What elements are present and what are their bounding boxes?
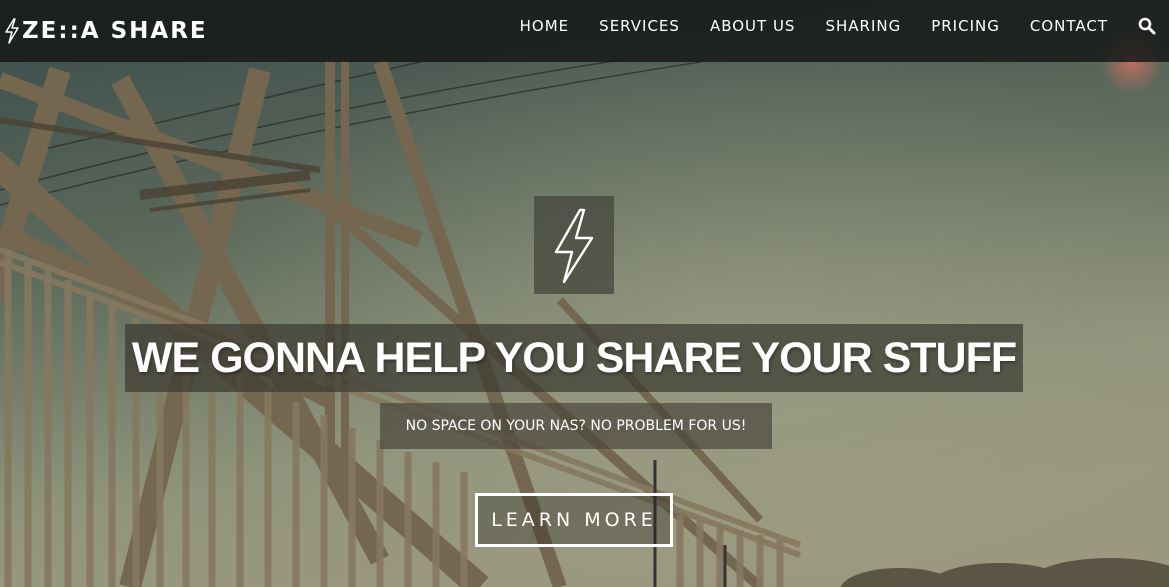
- hero-title: WE GONNA HELP YOU SHARE YOUR STUFF: [125, 324, 1023, 392]
- search-icon[interactable]: [1138, 17, 1156, 35]
- nav-pricing[interactable]: PRICING: [931, 17, 1000, 35]
- nav-contact[interactable]: CONTACT: [1030, 17, 1108, 35]
- lightning-bolt-icon: [5, 18, 19, 44]
- hero-subtitle: NO SPACE ON YOUR NAS? NO PROBLEM FOR US!: [380, 403, 772, 449]
- nav-home[interactable]: HOME: [520, 17, 570, 35]
- nav-menu: HOME SERVICES ABOUT US SHARING PRICING C…: [490, 0, 1156, 52]
- hero-icon-box: [534, 196, 614, 294]
- learn-more-button[interactable]: LEARN MORE: [475, 493, 673, 547]
- navbar: ZE::A SHARE HOME SERVICES ABOUT US SHARI…: [0, 0, 1169, 62]
- brand-name: ZE::A SHARE: [22, 18, 208, 44]
- brand-logo[interactable]: ZE::A SHARE: [4, 14, 208, 48]
- lightning-bolt-icon: [554, 208, 594, 284]
- nav-about-us[interactable]: ABOUT US: [710, 17, 796, 35]
- nav-services[interactable]: SERVICES: [599, 17, 680, 35]
- nav-sharing[interactable]: SHARING: [825, 17, 901, 35]
- page: ZE::A SHARE HOME SERVICES ABOUT US SHARI…: [0, 0, 1169, 587]
